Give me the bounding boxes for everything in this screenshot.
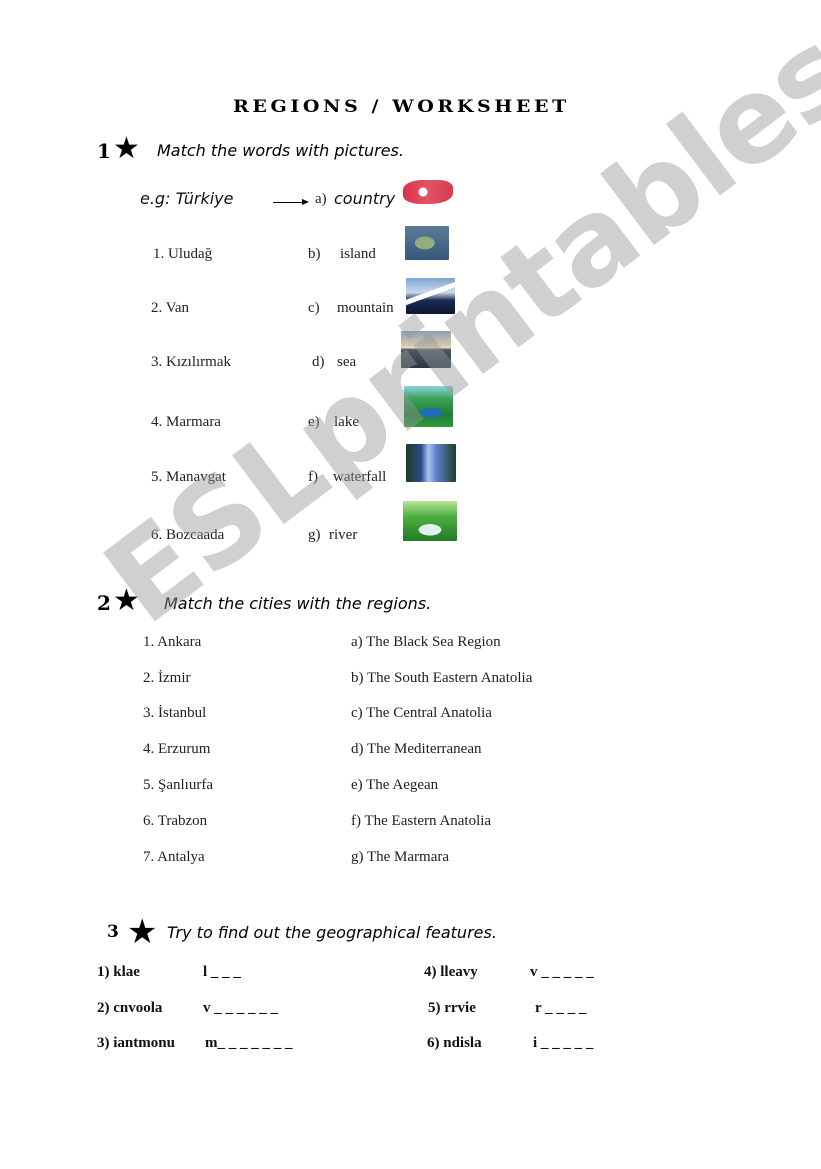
scrambled-word: 4) lleavy [424, 964, 478, 980]
waterfall-image [406, 444, 456, 482]
scrambled-word: 2) cnvoola [97, 1000, 163, 1016]
answer-blank: i _ _ _ _ _ [533, 1035, 594, 1051]
sea-image [401, 331, 451, 368]
option-letter: f) [308, 469, 318, 485]
example-letter: a) [315, 191, 327, 207]
turkey-flag-map-image [403, 180, 453, 204]
island-image [405, 226, 449, 260]
option-letter: d) [312, 354, 325, 370]
answer-blank: v _ _ _ _ _ _ [203, 1000, 278, 1016]
section-1-number: 1 [97, 139, 111, 163]
city-item: 4. Erzurum [143, 741, 211, 757]
region-item: a) The Black Sea Region [351, 634, 501, 650]
river-image [403, 501, 457, 541]
section-1-instruction: Match the words with pictures. [157, 141, 404, 160]
word-item: 4. Marmara [151, 414, 221, 430]
star-icon: ★ [127, 912, 158, 952]
scrambled-word: 3) iantmonu [97, 1035, 175, 1051]
star-icon: ★ [113, 583, 140, 618]
section-3-number: 3 [107, 922, 119, 942]
option-word: lake [334, 414, 359, 430]
region-item: b) The South Eastern Anatolia [351, 670, 533, 686]
mountain-image [406, 278, 455, 314]
scrambled-word: 1) klae [97, 964, 140, 980]
city-item: 6. Trabzon [143, 813, 208, 829]
option-word: island [340, 246, 376, 262]
region-item: g) The Marmara [351, 849, 450, 865]
word-item: 1. Uludağ [153, 246, 213, 262]
star-icon: ★ [113, 131, 140, 166]
answer-blank: l _ _ _ [203, 964, 241, 980]
region-item: f) The Eastern Anatolia [351, 813, 492, 829]
option-letter: g) [308, 527, 321, 543]
city-item: 3. İstanbul [143, 705, 207, 721]
answer-blank: m_ _ _ _ _ _ _ [205, 1035, 293, 1051]
city-item: 1. Ankara [143, 634, 202, 650]
region-item: d) The Mediterranean [351, 741, 482, 757]
option-letter: b) [308, 246, 321, 262]
word-item: 6. Bozcaada [151, 527, 225, 543]
option-word: sea [337, 354, 357, 370]
worksheet-title: REGIONS / WORKSHEET [233, 97, 570, 117]
city-item: 2. İzmir [143, 670, 191, 686]
lake-image [404, 386, 453, 427]
scrambled-word: 5) rrvie [428, 1000, 476, 1016]
example-answer: country [334, 189, 396, 208]
scrambled-word: 6) ndisla [427, 1035, 482, 1051]
option-letter: c) [308, 300, 320, 316]
option-word: waterfall [333, 469, 387, 485]
region-item: c) The Central Anatolia [351, 705, 492, 721]
section-2-number: 2 [97, 591, 111, 615]
word-item: 3. Kızılırmak [151, 354, 231, 370]
city-item: 5. Şanlıurfa [143, 777, 213, 793]
section-2-instruction: Match the cities with the regions. [164, 594, 432, 613]
option-word: river [329, 527, 358, 543]
answer-blank: v _ _ _ _ _ [530, 964, 594, 980]
word-item: 5. Manavgat [151, 469, 226, 485]
section-3-instruction: Try to find out the geographical feature… [167, 923, 497, 942]
option-word: mountain [337, 300, 394, 316]
word-item: 2. Van [151, 300, 190, 316]
arrow-right-icon [273, 199, 309, 205]
option-letter: e) [308, 414, 320, 430]
example-word: e.g: Türkiye [140, 189, 234, 208]
city-item: 7. Antalya [143, 849, 205, 865]
region-item: e) The Aegean [351, 777, 439, 793]
answer-blank: r _ _ _ _ [535, 1000, 587, 1016]
